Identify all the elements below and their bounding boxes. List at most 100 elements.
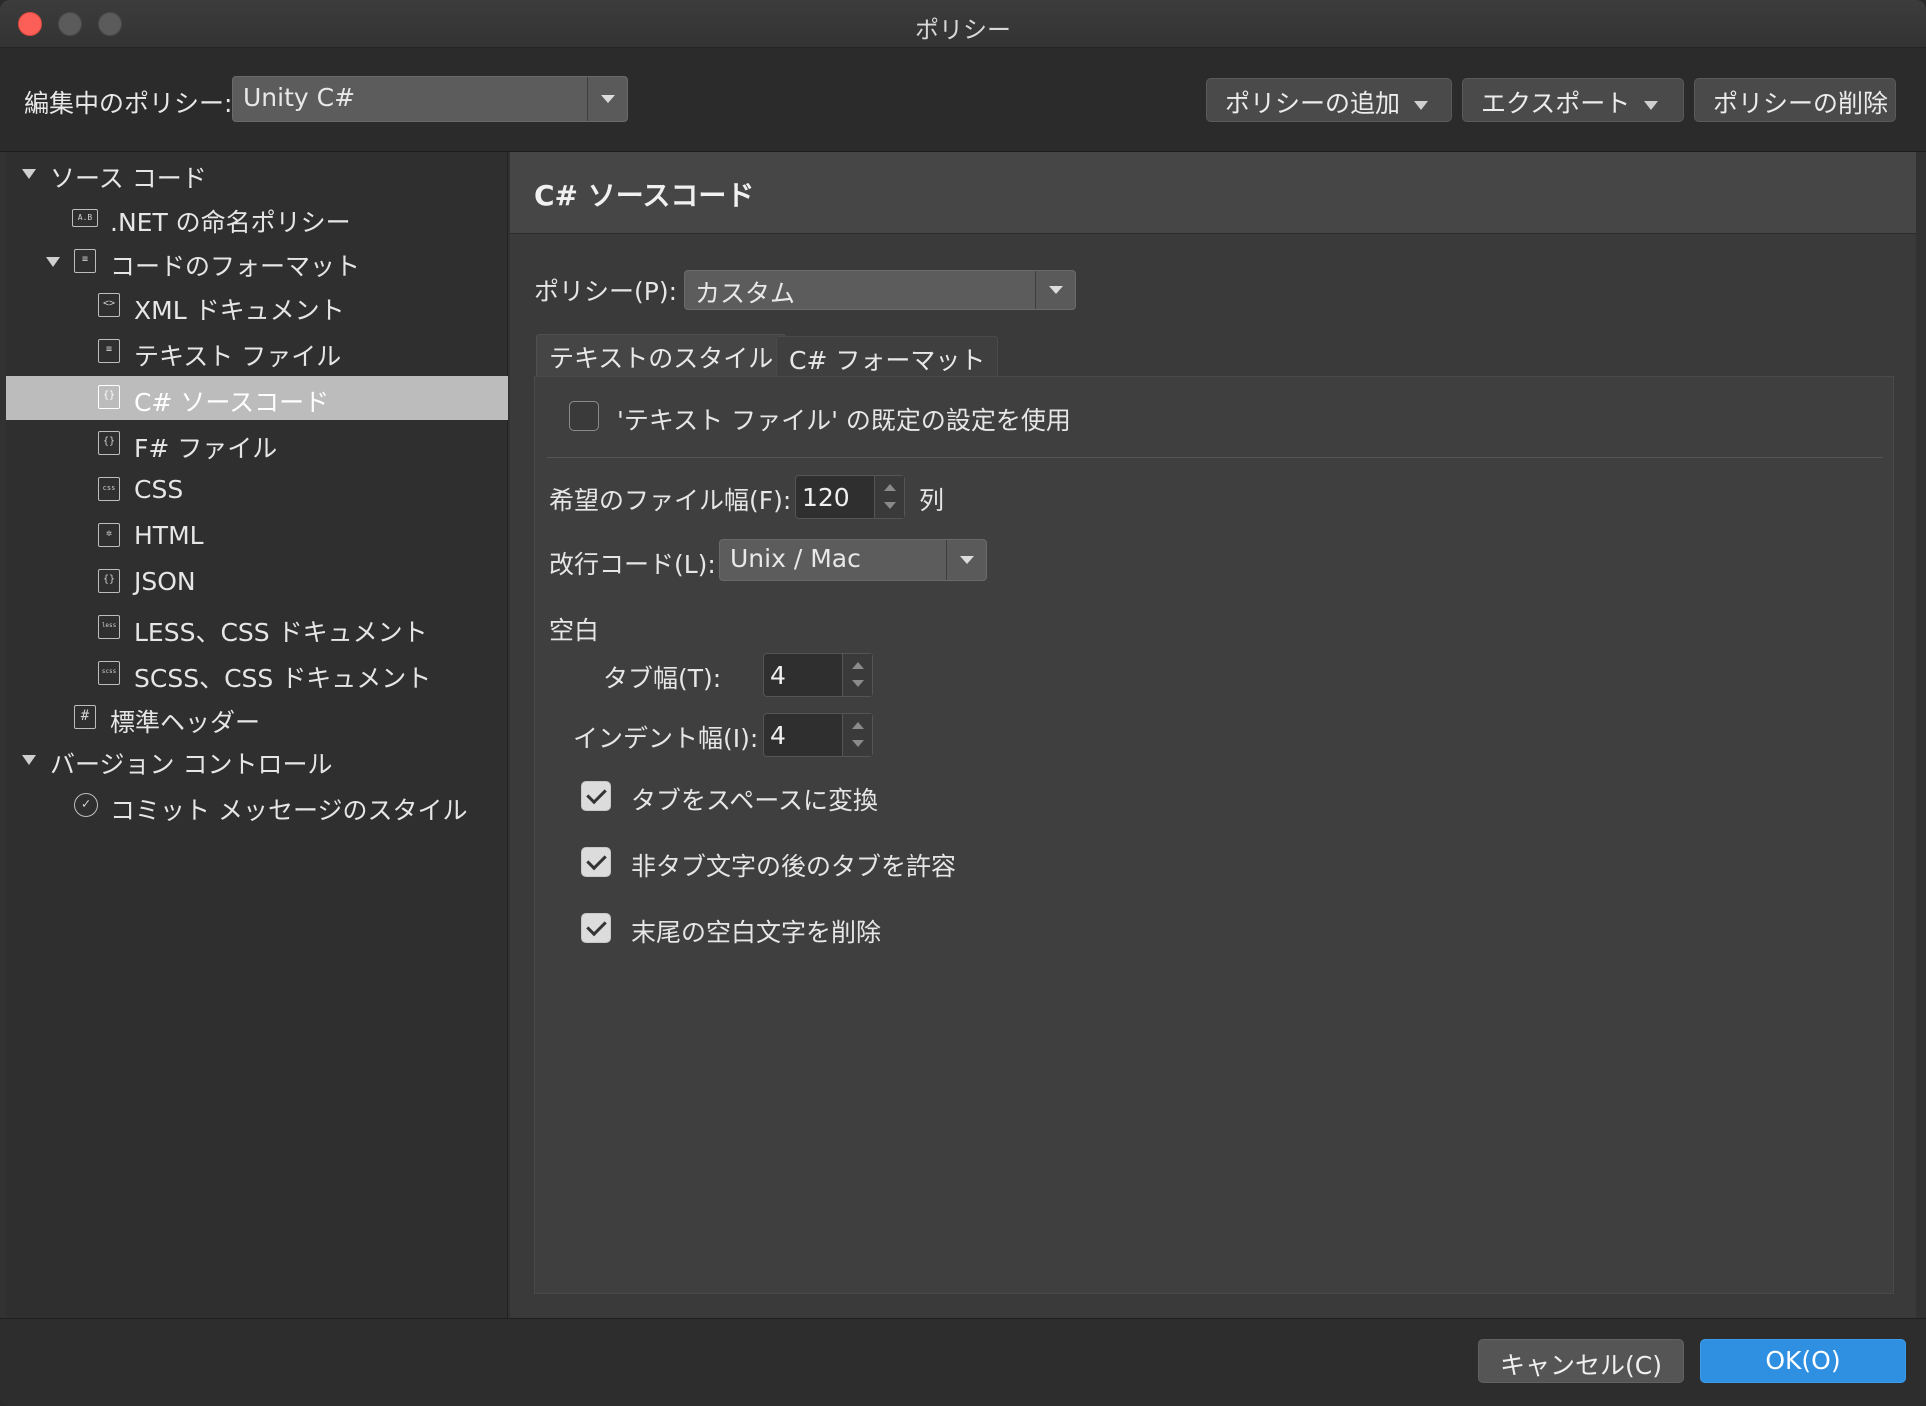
convert-tabs-checkbox[interactable] bbox=[581, 781, 611, 811]
chevron-down-icon bbox=[1644, 100, 1659, 110]
scss-file-icon: scss bbox=[98, 661, 120, 685]
policy-window: ポリシー 編集中のポリシー: Unity C# ポリシーの追加 エクスポート ポ… bbox=[0, 0, 1926, 1406]
ok-button[interactable]: OK(O) bbox=[1700, 1339, 1906, 1383]
tree-item-std-header[interactable]: # 標準ヘッダー bbox=[6, 696, 508, 740]
disclosure-triangle-icon[interactable] bbox=[46, 257, 60, 267]
stepper-down-icon[interactable] bbox=[852, 740, 864, 747]
policy-editor-panel: C# ソースコード ポリシー(P): カスタム テキストのスタイル C# フォー… bbox=[510, 152, 1916, 1318]
file-width-value: 120 bbox=[802, 483, 850, 512]
editing-policy-dropdown[interactable] bbox=[587, 77, 627, 121]
tree-item-label: F# ファイル bbox=[134, 434, 278, 463]
disclosure-triangle-icon[interactable] bbox=[22, 755, 36, 765]
indent-width-stepper[interactable]: 4 bbox=[763, 713, 873, 757]
export-button[interactable]: エクスポート bbox=[1462, 78, 1684, 122]
tree-item-source-code[interactable]: ソース コード bbox=[6, 152, 508, 196]
file-width-stepper[interactable]: 120 bbox=[795, 475, 905, 519]
code-format-icon: ≡ bbox=[74, 249, 96, 273]
tab-width-label: タブ幅(T): bbox=[603, 664, 722, 693]
less-file-icon: less bbox=[98, 615, 120, 639]
css-file-icon: css bbox=[98, 477, 120, 501]
stepper-up-icon[interactable] bbox=[884, 484, 896, 491]
tree-item-xml-doc[interactable]: <> XML ドキュメント bbox=[6, 284, 508, 328]
naming-policy-icon: A.B bbox=[72, 209, 98, 227]
use-default-checkbox[interactable] bbox=[569, 401, 599, 431]
add-policy-button[interactable]: ポリシーの追加 bbox=[1206, 78, 1452, 122]
tree-item-label: CSS bbox=[134, 475, 184, 504]
use-default-label: 'テキスト ファイル' の既定の設定を使用 bbox=[617, 406, 1071, 435]
tree-item-less[interactable]: less LESS、CSS ドキュメント bbox=[6, 606, 508, 650]
editing-policy-label: 編集中のポリシー: bbox=[24, 89, 233, 118]
stepper-up-icon[interactable] bbox=[852, 662, 864, 669]
tree-item-version-control[interactable]: バージョン コントロール bbox=[6, 738, 508, 782]
policy-dropdown[interactable] bbox=[1035, 271, 1075, 309]
tree-item-csharp-source[interactable]: {} C# ソースコード bbox=[6, 376, 508, 420]
remove-trailing-checkbox[interactable] bbox=[581, 913, 611, 943]
stepper-down-icon[interactable] bbox=[852, 680, 864, 687]
policy-select[interactable]: カスタム bbox=[684, 270, 1076, 310]
tab-width-value: 4 bbox=[770, 661, 786, 690]
stepper-down-icon[interactable] bbox=[884, 502, 896, 509]
tree-item-scss[interactable]: scss SCSS、CSS ドキュメント bbox=[6, 652, 508, 696]
tree-item-commit-style[interactable]: ✓ コミット メッセージのスタイル bbox=[6, 784, 508, 828]
convert-tabs-label: タブをスペースに変換 bbox=[631, 786, 879, 815]
tree-item-json[interactable]: {} JSON bbox=[6, 560, 508, 604]
delete-policy-label: ポリシーの削除 bbox=[1713, 89, 1889, 118]
cancel-button[interactable]: キャンセル(C) bbox=[1478, 1339, 1684, 1383]
tab-width-steps[interactable] bbox=[842, 654, 872, 696]
html-file-icon: ✲ bbox=[98, 523, 120, 547]
dialog-footer: キャンセル(C) OK(O) bbox=[0, 1318, 1926, 1406]
chevron-down-icon bbox=[959, 556, 974, 564]
chevron-down-icon bbox=[1048, 286, 1063, 294]
indent-width-value: 4 bbox=[770, 721, 786, 750]
tree-item-label: C# ソースコード bbox=[134, 388, 330, 417]
disclosure-triangle-icon[interactable] bbox=[22, 169, 36, 179]
add-policy-label: ポリシーの追加 bbox=[1225, 89, 1401, 118]
tree-item-label: XML ドキュメント bbox=[134, 296, 345, 325]
allow-tabs-checkbox[interactable] bbox=[581, 847, 611, 877]
tree-item-label: SCSS、CSS ドキュメント bbox=[134, 664, 432, 693]
commit-check-icon: ✓ bbox=[74, 793, 98, 817]
eol-dropdown[interactable] bbox=[946, 540, 986, 580]
fsharp-file-icon: {} bbox=[98, 431, 120, 455]
editing-policy-select[interactable]: Unity C# bbox=[232, 76, 628, 122]
csharp-file-icon: {} bbox=[98, 385, 120, 409]
tree-item-label: LESS、CSS ドキュメント bbox=[134, 618, 428, 647]
allow-tabs-label: 非タブ文字の後のタブを許容 bbox=[631, 852, 957, 881]
text-style-tab-panel: 'テキスト ファイル' の既定の設定を使用 希望のファイル幅(F): 120 列… bbox=[534, 376, 1894, 1294]
header-file-icon: # bbox=[74, 705, 96, 729]
tree-item-label: テキスト ファイル bbox=[134, 342, 342, 371]
tree-item-css[interactable]: css CSS bbox=[6, 468, 508, 512]
json-file-icon: {} bbox=[98, 569, 120, 593]
window-title: ポリシー bbox=[915, 16, 1011, 44]
tab-text-style[interactable]: テキストのスタイル bbox=[536, 334, 787, 376]
chevron-down-icon bbox=[1414, 100, 1429, 110]
tree-item-label: コードのフォーマット bbox=[110, 252, 361, 281]
eol-value: Unix / Mac bbox=[730, 544, 861, 573]
tree-item-label: 標準ヘッダー bbox=[110, 708, 261, 737]
section-divider bbox=[547, 457, 1883, 458]
tree-item-label: ソース コード bbox=[50, 164, 207, 193]
tab-csharp-format[interactable]: C# フォーマット bbox=[776, 336, 999, 378]
eol-select[interactable]: Unix / Mac bbox=[719, 539, 987, 581]
indent-width-steps[interactable] bbox=[842, 714, 872, 756]
tree-item-html[interactable]: ✲ HTML bbox=[6, 514, 508, 558]
remove-trailing-label: 末尾の空白文字を削除 bbox=[631, 918, 882, 947]
indent-width-label: インデント幅(I): bbox=[573, 724, 759, 753]
policy-value: カスタム bbox=[695, 279, 796, 308]
tab-width-stepper[interactable]: 4 bbox=[763, 653, 873, 697]
tree-item-code-format[interactable]: ≡ コードのフォーマット bbox=[6, 240, 508, 284]
chevron-down-icon bbox=[600, 95, 615, 103]
title-bar: ポリシー bbox=[0, 0, 1926, 48]
text-file-icon: ≡ bbox=[98, 339, 120, 363]
tree-item-net-naming[interactable]: A.B .NET の命名ポリシー bbox=[6, 196, 508, 240]
editing-policy-value: Unity C# bbox=[243, 83, 356, 112]
file-width-steps[interactable] bbox=[874, 476, 904, 518]
tree-item-text-file[interactable]: ≡ テキスト ファイル bbox=[6, 330, 508, 374]
tree-item-label: HTML bbox=[134, 521, 204, 550]
tree-item-label: .NET の命名ポリシー bbox=[110, 208, 351, 237]
tree-item-fsharp-file[interactable]: {} F# ファイル bbox=[6, 422, 508, 466]
delete-policy-button[interactable]: ポリシーの削除 bbox=[1694, 78, 1896, 122]
stepper-up-icon[interactable] bbox=[852, 722, 864, 729]
tree-item-label: JSON bbox=[134, 567, 196, 596]
panel-header: C# ソースコード bbox=[510, 152, 1916, 234]
